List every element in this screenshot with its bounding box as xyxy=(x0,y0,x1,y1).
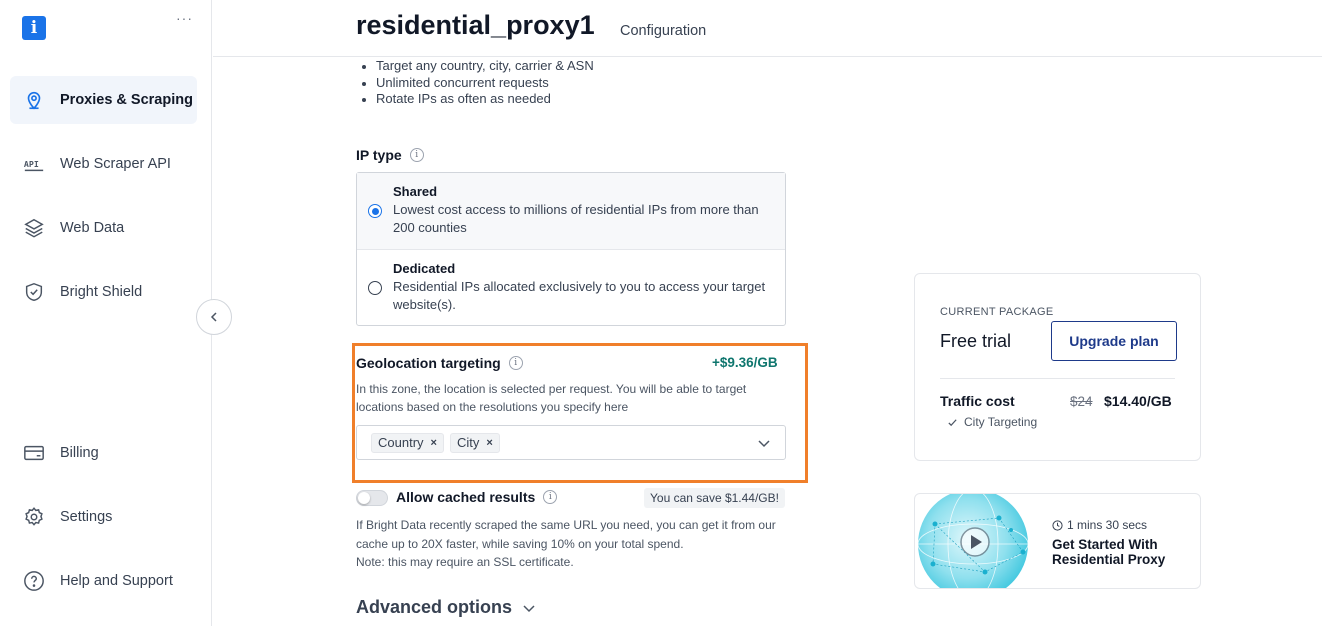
targeting-text: City Targeting xyxy=(964,415,1038,429)
traffic-cost-label: Traffic cost xyxy=(940,393,1015,409)
sidebar-item-proxies-scraping[interactable]: Proxies & Scraping xyxy=(10,76,197,124)
option-description: Lowest cost access to millions of reside… xyxy=(393,202,759,235)
list-item: Unlimited concurrent requests xyxy=(356,75,594,92)
sidebar-item-label: Web Data xyxy=(60,220,125,236)
radio-unselected[interactable] xyxy=(368,281,382,295)
check-icon xyxy=(948,418,957,426)
chevron-down-icon[interactable] xyxy=(757,436,771,455)
api-icon: API xyxy=(22,152,46,176)
sidebar-item-label: Help and Support xyxy=(60,573,173,589)
sidebar-item-label: Proxies & Scraping xyxy=(60,92,193,108)
sidebar-item-settings[interactable]: Settings xyxy=(10,493,197,541)
video-card[interactable]: 1 mins 30 secs Get Started With Resident… xyxy=(914,493,1201,589)
feature-list: Target any country, city, carrier & ASN … xyxy=(356,58,594,108)
sidebar-item-label: Web Scraper API xyxy=(60,156,171,172)
page-subtitle: Configuration xyxy=(620,23,707,39)
option-title: Dedicated xyxy=(393,261,456,276)
video-duration-text: 1 mins 30 secs xyxy=(1067,518,1148,532)
cache-description-text: If Bright Data recently scraped the same… xyxy=(356,518,776,551)
video-title-line: Get Started With xyxy=(1052,537,1158,552)
geolocation-description: In this zone, the location is selected p… xyxy=(356,382,747,414)
globe-thumbnail xyxy=(917,494,1029,588)
sidebar-item-web-data[interactable]: Web Data xyxy=(10,204,197,252)
location-pin-icon xyxy=(22,88,46,112)
close-icon[interactable]: × xyxy=(486,437,492,449)
info-icon[interactable]: i xyxy=(508,356,523,370)
cache-toggle[interactable] xyxy=(356,490,388,506)
ip-type-label-text: IP type xyxy=(356,147,402,163)
collapse-sidebar-button[interactable] xyxy=(196,299,232,335)
sidebar-item-label: Bright Shield xyxy=(60,284,143,300)
sidebar-item-label: Billing xyxy=(60,445,99,461)
package-label: CURRENT PACKAGE xyxy=(940,306,1054,318)
logo-icon[interactable]: i xyxy=(22,16,46,40)
page-header: residential_proxy1 Configuration xyxy=(213,0,1322,57)
help-circle-icon xyxy=(22,569,46,593)
info-icon[interactable]: i xyxy=(409,148,424,162)
sidebar-item-bright-shield[interactable]: Bright Shield xyxy=(10,268,197,316)
gear-icon xyxy=(22,505,46,529)
sidebar-item-billing[interactable]: Billing xyxy=(10,429,197,477)
sidebar-item-label: Settings xyxy=(60,509,113,525)
old-price: $24 xyxy=(1070,394,1093,409)
layers-icon xyxy=(22,216,46,240)
shield-icon xyxy=(22,280,46,304)
advanced-options-label: Advanced options xyxy=(356,597,513,617)
clock-icon xyxy=(1052,519,1063,531)
current-package-card: CURRENT PACKAGE Free trial Upgrade plan … xyxy=(914,273,1201,461)
advanced-options-toggle[interactable]: Advanced options xyxy=(356,597,536,618)
ip-type-option-shared[interactable]: Shared Lowest cost access to millions of… xyxy=(357,173,785,250)
geolocation-price: +$9.36/GB xyxy=(712,355,778,370)
list-item: Target any country, city, carrier & ASN xyxy=(356,58,594,75)
upgrade-plan-button[interactable]: Upgrade plan xyxy=(1051,321,1177,361)
sidebar-item-web-scraper-api[interactable]: API Web Scraper API xyxy=(10,140,197,188)
more-options-icon[interactable]: ··· xyxy=(176,10,193,26)
credit-card-icon xyxy=(22,441,46,465)
geolocation-select[interactable]: Country × City × xyxy=(356,425,786,460)
sidebar: i ··· Proxies & Scraping API Web Scraper… xyxy=(0,0,212,626)
cache-label: Allow cached results i xyxy=(396,489,558,505)
chip-label: Country xyxy=(378,435,424,450)
new-price: $14.40/GB xyxy=(1104,393,1172,409)
chevron-down-icon xyxy=(523,604,535,612)
video-title-line: Residential Proxy xyxy=(1052,551,1166,567)
cache-note: Note: this may require an SSL certificat… xyxy=(356,555,574,569)
video-title: Get Started With Residential Proxy xyxy=(1052,537,1166,567)
option-description: Residential IPs allocated exclusively to… xyxy=(393,279,766,312)
play-icon xyxy=(960,527,990,557)
geolocation-label-text: Geolocation targeting xyxy=(356,355,501,371)
ip-type-options: Shared Lowest cost access to millions of… xyxy=(356,172,786,326)
chip-label: City xyxy=(456,435,480,450)
targeting-note: City Targeting xyxy=(947,415,1037,429)
radio-selected[interactable] xyxy=(368,204,382,218)
option-title: Shared xyxy=(393,184,438,199)
geolocation-label: Geolocation targeting i xyxy=(356,355,523,371)
ip-type-option-dedicated[interactable]: Dedicated Residential IPs allocated excl… xyxy=(357,250,785,327)
chevron-left-icon xyxy=(210,312,217,322)
info-icon[interactable]: i xyxy=(543,490,558,504)
ip-type-label: IP type i xyxy=(356,147,424,163)
cache-label-text: Allow cached results xyxy=(396,489,536,505)
divider xyxy=(940,378,1175,379)
page-title: residential_proxy1 xyxy=(356,10,595,40)
cache-description: If Bright Data recently scraped the same… xyxy=(356,516,796,572)
svg-text:API: API xyxy=(24,159,39,169)
list-item: Rotate IPs as often as needed xyxy=(356,91,594,108)
chip-country: Country × xyxy=(371,432,444,453)
close-icon[interactable]: × xyxy=(431,437,437,449)
sidebar-item-help-support[interactable]: Help and Support xyxy=(10,557,197,605)
savings-badge: You can save $1.44/GB! xyxy=(644,488,785,508)
package-name: Free trial xyxy=(940,331,1012,351)
chip-city: City × xyxy=(449,432,500,453)
video-duration: 1 mins 30 secs xyxy=(1052,518,1147,532)
